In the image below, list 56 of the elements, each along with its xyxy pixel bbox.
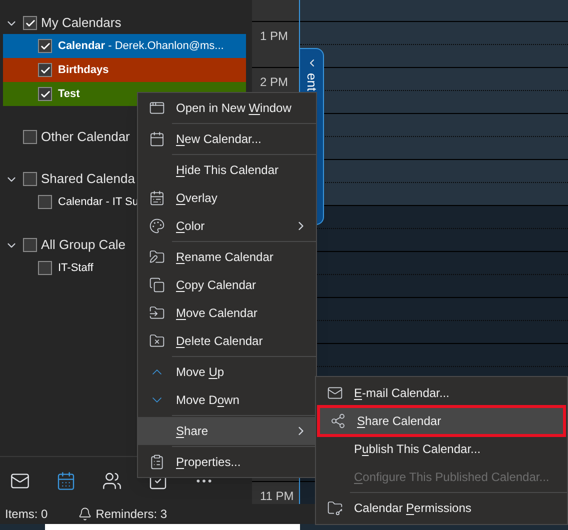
check-icon xyxy=(40,88,50,100)
group-label[interactable]: My Calendars xyxy=(41,13,122,33)
group-label[interactable]: Shared Calenda xyxy=(41,169,135,189)
time-label: 11 PM xyxy=(260,489,294,503)
check-icon xyxy=(40,64,50,76)
time-label: 1 PM xyxy=(260,29,288,43)
checkbox[interactable] xyxy=(23,130,37,144)
calendar-item[interactable]: Calendar - Derek.Ohanlon@ms... xyxy=(3,34,246,58)
menu-item[interactable]: Calendar Permissions xyxy=(316,494,567,522)
check-icon xyxy=(40,40,50,52)
check-icon xyxy=(24,18,36,28)
copy-icon xyxy=(149,277,165,293)
mail-icon xyxy=(327,385,343,401)
calendar-icon[interactable] xyxy=(56,470,76,490)
menu-item[interactable]: Delete Calendar xyxy=(138,327,316,355)
menu-item[interactable]: Hide This Calendar xyxy=(138,156,316,184)
calendar-icon xyxy=(149,190,165,206)
checkbox[interactable] xyxy=(23,16,37,30)
menu-item[interactable]: Copy Calendar xyxy=(138,271,316,299)
checkbox[interactable] xyxy=(38,195,52,209)
items-count: Items: 0 xyxy=(5,506,48,523)
menu-item[interactable]: Move Up xyxy=(138,358,316,386)
share-icon xyxy=(330,413,346,429)
time-label: 2 PM xyxy=(260,75,288,89)
folder-pencil-icon xyxy=(149,249,165,265)
menu-item[interactable]: Overlay xyxy=(138,184,316,212)
list-icon xyxy=(149,454,165,470)
calendar-icon xyxy=(149,131,165,147)
palette-icon xyxy=(149,218,165,234)
window-icon xyxy=(149,100,165,116)
bell-icon xyxy=(78,507,92,521)
checkbox[interactable] xyxy=(38,63,52,77)
menu-item[interactable]: Share Calendar xyxy=(319,407,564,435)
time-slot[interactable] xyxy=(300,21,568,67)
menu-item[interactable]: Rename Calendar xyxy=(138,243,316,271)
menu-item[interactable]: Properties... xyxy=(138,448,316,476)
menu-item[interactable]: Move Calendar xyxy=(138,299,316,327)
checkbox[interactable] xyxy=(38,87,52,101)
menu-item[interactable]: Publish This Calendar... xyxy=(316,435,567,463)
menu-item[interactable]: New Calendar... xyxy=(138,125,316,153)
checkbox[interactable] xyxy=(38,261,52,275)
checkbox[interactable] xyxy=(23,238,37,252)
folder-key-icon xyxy=(327,500,343,516)
menu-item[interactable]: Share xyxy=(138,417,316,445)
reminders-count[interactable]: Reminders: 3 xyxy=(96,505,168,523)
folder-arrow-icon xyxy=(149,305,165,321)
folder-x-icon xyxy=(149,333,165,349)
calendar-item[interactable]: Birthdays xyxy=(3,58,246,82)
checkbox[interactable] xyxy=(38,39,52,53)
menu-item[interactable]: Move Down xyxy=(138,386,316,414)
menu-item[interactable]: E-mail Calendar... xyxy=(316,379,567,407)
checkbox[interactable] xyxy=(23,172,37,186)
menu-item[interactable]: Color xyxy=(138,212,316,240)
group-label[interactable]: All Group Cale xyxy=(41,235,126,255)
group-label[interactable]: Other Calendar xyxy=(41,127,130,147)
people-icon[interactable] xyxy=(102,470,122,490)
